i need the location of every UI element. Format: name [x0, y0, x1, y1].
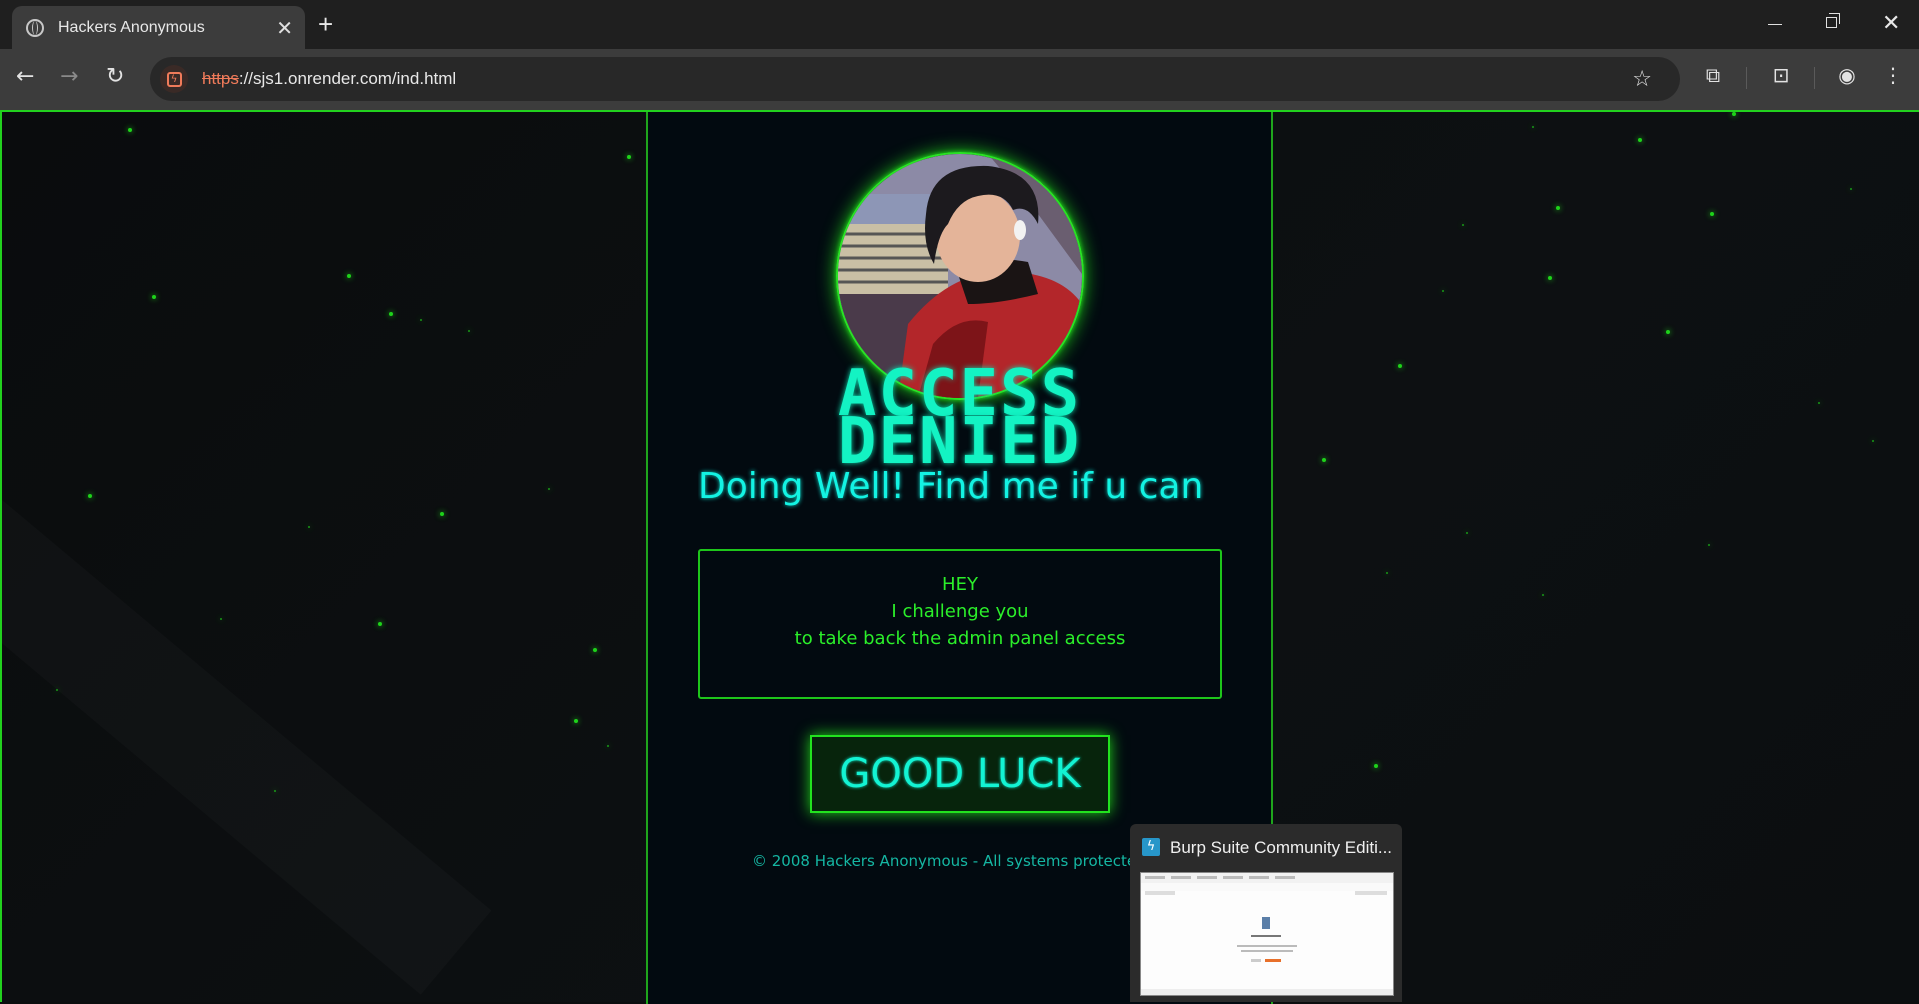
new-tab-button[interactable]: + — [318, 10, 333, 38]
star-particle — [1708, 544, 1710, 546]
star-particle — [1466, 532, 1468, 534]
message-line-2: I challenge you — [891, 601, 1029, 622]
challenge-message-box: HEY I challenge you to take back the adm… — [698, 549, 1222, 699]
star-particle — [347, 274, 351, 278]
url-text: https://sjs1.onrender.com/ind.html — [202, 69, 456, 89]
star-particle — [420, 319, 422, 321]
site-info-icon[interactable]: ϟ — [160, 65, 188, 93]
star-particle — [593, 648, 597, 652]
star-particle — [1638, 138, 1642, 142]
back-button[interactable]: ← — [16, 65, 34, 89]
star-particle — [1374, 764, 1378, 768]
good-luck-button[interactable]: GOOD LUCK — [810, 735, 1110, 813]
toolbar-divider — [1814, 67, 1815, 89]
star-particle — [1462, 224, 1464, 226]
star-particle — [627, 155, 631, 159]
bookmark-star-icon[interactable]: ☆ — [1632, 67, 1652, 92]
star-particle — [1850, 188, 1852, 190]
star-particle — [1818, 402, 1820, 404]
burp-thumbnail-illustration — [1141, 873, 1393, 995]
star-particle — [548, 488, 550, 490]
forward-button[interactable]: → — [60, 65, 78, 89]
star-particle — [440, 512, 444, 516]
star-particle — [128, 128, 132, 132]
toolbar-divider — [1746, 67, 1747, 89]
profile-icon[interactable]: ◉ — [1836, 64, 1858, 86]
star-particle — [1532, 126, 1534, 128]
star-particle — [1732, 112, 1736, 116]
star-particle — [1398, 364, 1402, 368]
star-particle — [1666, 330, 1670, 334]
menu-icon[interactable]: ⋮ — [1882, 64, 1904, 86]
globe-icon — [26, 18, 44, 37]
star-particle — [574, 719, 578, 723]
star-particle — [152, 295, 156, 299]
star-particle — [56, 689, 58, 691]
star-particle — [1322, 458, 1326, 462]
extensions-icon[interactable]: ⧉ — [1702, 64, 1724, 86]
taskbar-window-preview[interactable]: ϟ Burp Suite Community Editi... — [1130, 824, 1402, 1002]
star-particle — [1442, 290, 1444, 292]
url-scheme: https — [202, 69, 239, 88]
close-tab-icon[interactable]: ✕ — [276, 18, 293, 38]
tab-strip: Hackers Anonymous ✕ + ✕ — [0, 0, 1919, 49]
star-particle — [1556, 206, 1560, 210]
browser-tab[interactable]: Hackers Anonymous ✕ — [12, 6, 305, 49]
reload-button[interactable]: ↻ — [106, 65, 124, 89]
preview-thumbnail[interactable] — [1140, 872, 1394, 996]
restore-button[interactable] — [1826, 13, 1840, 28]
star-particle — [1872, 440, 1874, 442]
background-streak — [2, 332, 491, 995]
star-particle — [1710, 212, 1714, 216]
star-particle — [1386, 572, 1388, 574]
star-particle — [274, 790, 276, 792]
url-path: ://sjs1.onrender.com/ind.html — [238, 69, 457, 88]
star-particle — [378, 622, 382, 626]
address-bar[interactable]: ϟ https://sjs1.onrender.com/ind.html ☆ — [150, 57, 1680, 101]
subtitle-typewriter: Doing Well! Find me if u can — [698, 466, 1204, 507]
message-line-3: to take back the admin panel access — [794, 628, 1126, 649]
message-line-1: HEY — [942, 574, 978, 595]
star-particle — [220, 618, 222, 620]
star-particle — [607, 745, 609, 747]
star-particle — [1542, 594, 1544, 596]
star-particle — [88, 494, 92, 498]
close-window-button[interactable]: ✕ — [1882, 10, 1900, 36]
star-particle — [1548, 276, 1552, 280]
preview-window-title: Burp Suite Community Editi... — [1170, 838, 1393, 857]
star-particle — [468, 330, 470, 332]
star-particle — [308, 526, 310, 528]
tab-title: Hackers Anonymous — [58, 18, 205, 36]
tab-search-icon[interactable]: ⊡ — [1770, 64, 1792, 86]
burp-suite-icon: ϟ — [1142, 838, 1160, 856]
footer-copyright: © 2008 Hackers Anonymous - All systems p… — [752, 852, 1132, 870]
browser-toolbar: ← → ↻ ϟ https://sjs1.onrender.com/ind.ht… — [0, 49, 1919, 110]
minimize-button[interactable] — [1768, 24, 1782, 25]
star-particle — [389, 312, 393, 316]
